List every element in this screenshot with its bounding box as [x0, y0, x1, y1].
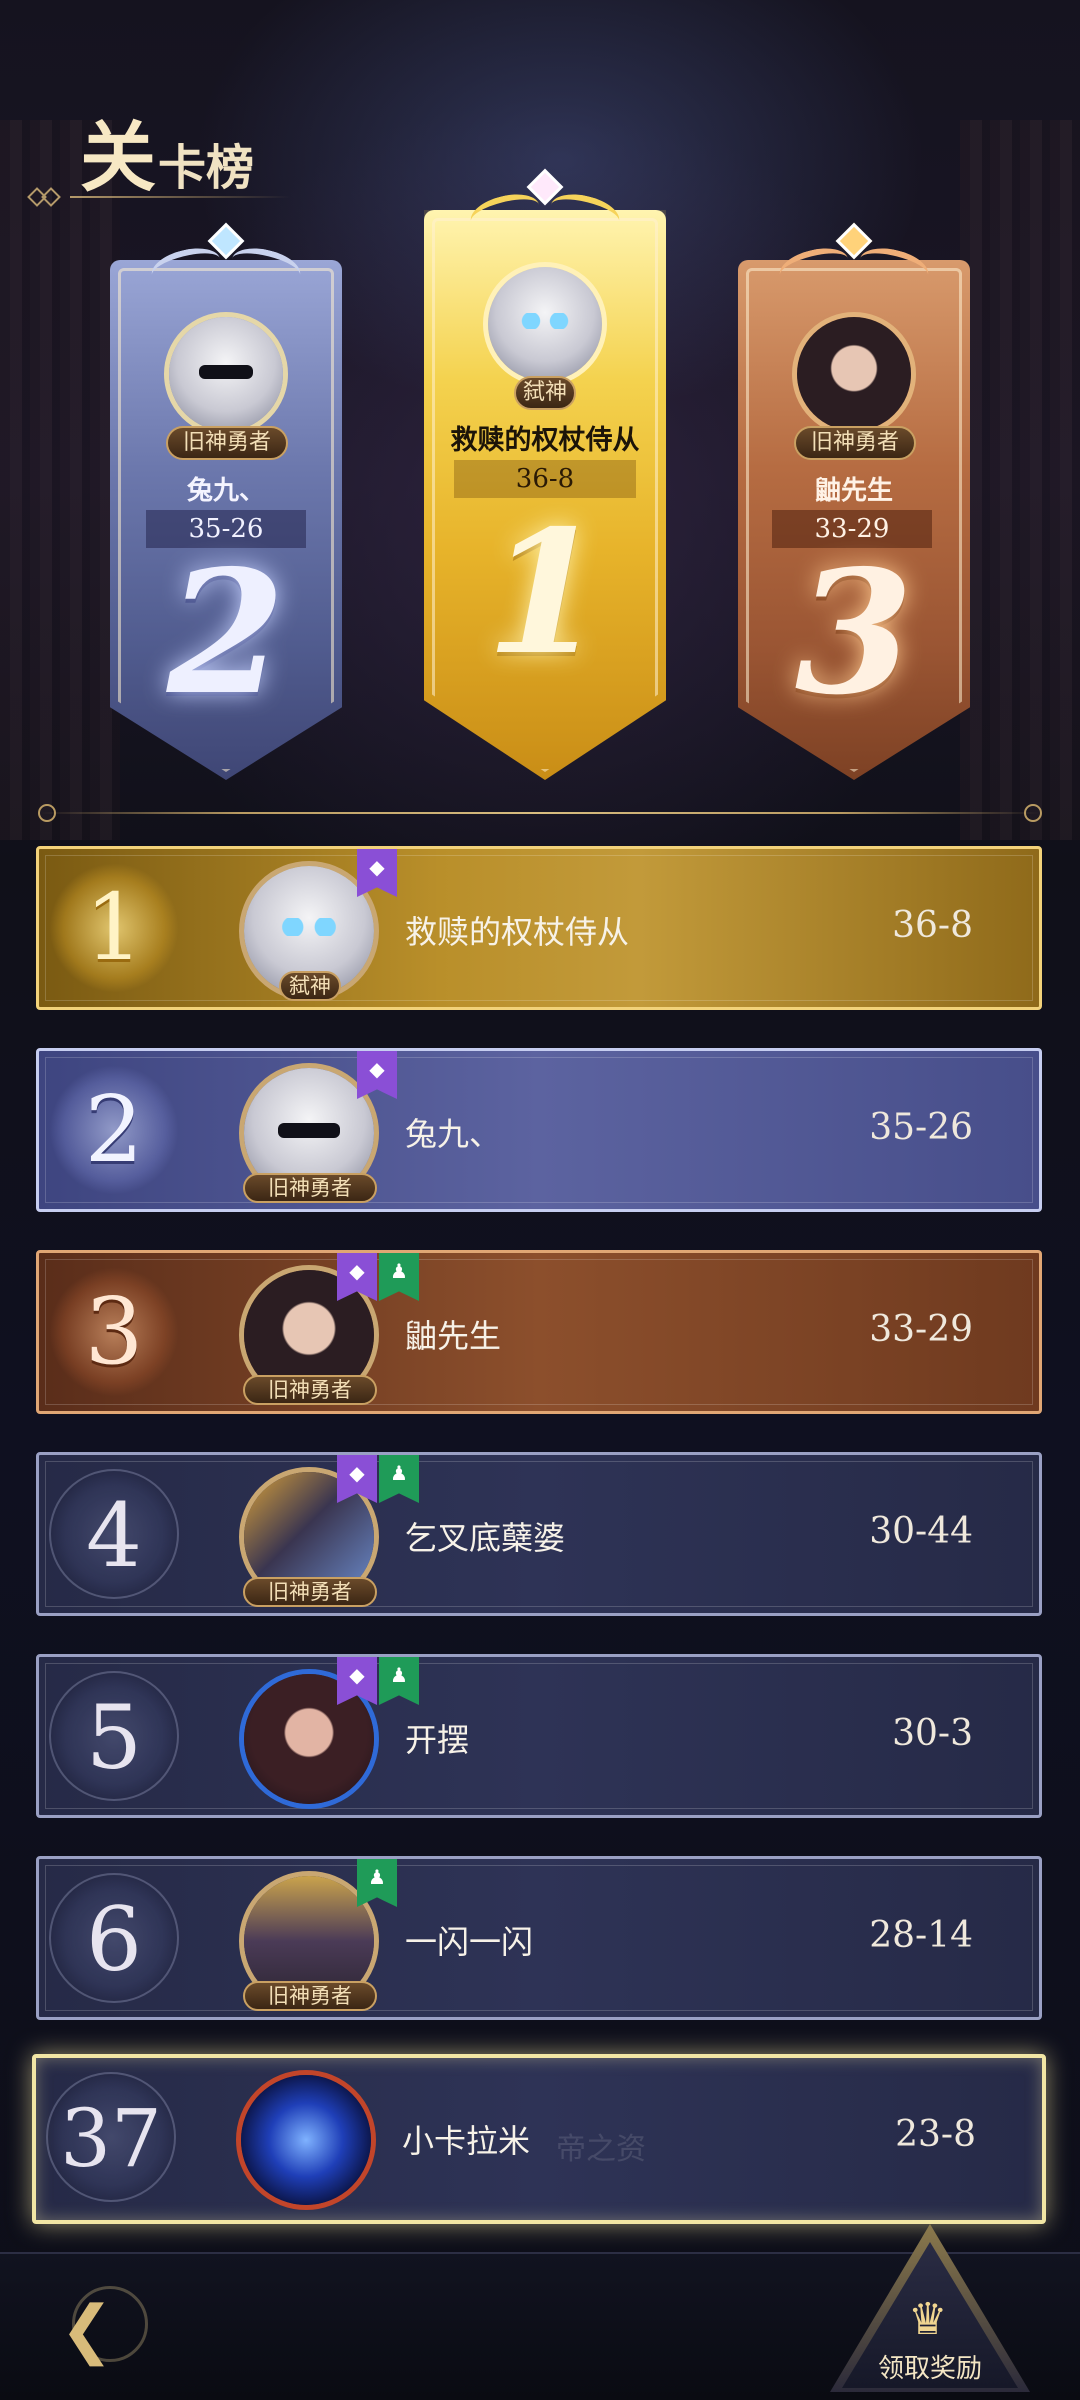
podium-tag-1: 弑神 — [514, 376, 576, 410]
player-score: 36-8 — [892, 905, 973, 946]
rank-number: 2 — [49, 1065, 179, 1195]
player-name: 小卡拉米 — [402, 2122, 531, 2160]
podium-name-2: 兔九、 — [186, 476, 265, 506]
title-ornament — [27, 187, 290, 207]
page-title-small: 卡榜 — [158, 140, 255, 196]
podium-name-3: 鼬先生 — [814, 476, 893, 506]
leaderboard-row[interactable]: 5 ◆ ♟ 开摆 30-3 — [36, 1654, 1042, 1818]
rank-number: 4 — [49, 1469, 179, 1599]
podium-crown-2-icon — [147, 222, 305, 294]
podium-tag-3: 旧神勇者 — [794, 426, 916, 460]
player-name: 兔九、 — [405, 1115, 502, 1153]
podium-crown-1-icon — [466, 168, 624, 240]
podium-avatar-2[interactable] — [164, 312, 288, 436]
rank-number: 5 — [49, 1671, 179, 1801]
player-score: 33-29 — [869, 1309, 973, 1350]
player-score: 28-14 — [869, 1915, 973, 1956]
title-tag: 旧神勇者 — [243, 1577, 377, 1607]
player-name: 鼬先生 — [405, 1317, 502, 1355]
podium-rank-2: 2 — [166, 533, 286, 733]
divider-ornament-right — [1024, 804, 1042, 822]
chevron-left-icon: ❮ — [60, 2293, 114, 2367]
player-score: 23-8 — [895, 2114, 976, 2155]
my-rank-row[interactable]: 37 小卡拉米 帝之资 23-8 — [32, 2054, 1046, 2224]
treasure-chest-icon: ♛ — [908, 2294, 948, 2345]
player-score: 30-3 — [892, 1713, 973, 1754]
podium-avatar-1[interactable] — [483, 262, 607, 386]
podium-avatar-3[interactable] — [792, 312, 916, 436]
leaderboard-row[interactable]: 2 旧神勇者 ◆ 兔九、 35-26 — [36, 1048, 1042, 1212]
background-watermark-text: 帝之资 — [556, 2132, 646, 2167]
back-button[interactable]: ❮ — [52, 2276, 162, 2376]
player-name: 一闪一闪 — [405, 1923, 534, 1961]
avatar[interactable] — [236, 2070, 376, 2210]
player-name: 救赎的权杖侍从 — [405, 913, 630, 951]
title-tag: 旧神勇者 — [243, 1981, 377, 2011]
podium-rank-3: 3 — [794, 533, 914, 733]
player-score: 35-26 — [869, 1107, 973, 1148]
player-name: 开摆 — [405, 1721, 470, 1759]
player-score: 30-44 — [869, 1511, 973, 1552]
title-tag: 弑神 — [279, 971, 341, 1001]
section-divider — [40, 812, 1040, 814]
leaderboard-row[interactable]: 6 旧神勇者 ♟ 一闪一闪 28-14 — [36, 1856, 1042, 2020]
rank-number: 3 — [49, 1267, 179, 1397]
podium-tag-2: 旧神勇者 — [166, 426, 288, 460]
player-name: 乞叉底蘖婆 — [405, 1519, 566, 1557]
leaderboard-row[interactable]: 1 弑神 ◆ 救赎的权杖侍从 36-8 — [36, 846, 1042, 1010]
divider-ornament-left — [38, 804, 56, 822]
claim-reward-button[interactable]: ♛ 领取奖励 — [820, 2224, 1040, 2392]
podium-name-1: 救赎的权杖侍从 — [450, 425, 640, 456]
podium-crown-3-icon — [775, 222, 933, 294]
page-title: 关 卡榜 — [80, 120, 254, 196]
rank-number: 1 — [49, 863, 179, 993]
title-tag: 旧神勇者 — [243, 1173, 377, 1203]
leaderboard-row[interactable]: 4 旧神勇者 ◆ ♟ 乞叉底蘖婆 30-44 — [36, 1452, 1042, 1616]
page-title-big: 关 — [80, 113, 158, 202]
rank-number: 6 — [49, 1873, 179, 2003]
rank-number: 37 — [46, 2072, 176, 2202]
leaderboard-row[interactable]: 3 旧神勇者 ◆ ♟ 鼬先生 33-29 — [36, 1250, 1042, 1414]
claim-reward-label: 领取奖励 — [877, 2354, 982, 2384]
title-tag: 旧神勇者 — [243, 1375, 377, 1405]
podium-rank-1: 1 — [485, 493, 605, 693]
